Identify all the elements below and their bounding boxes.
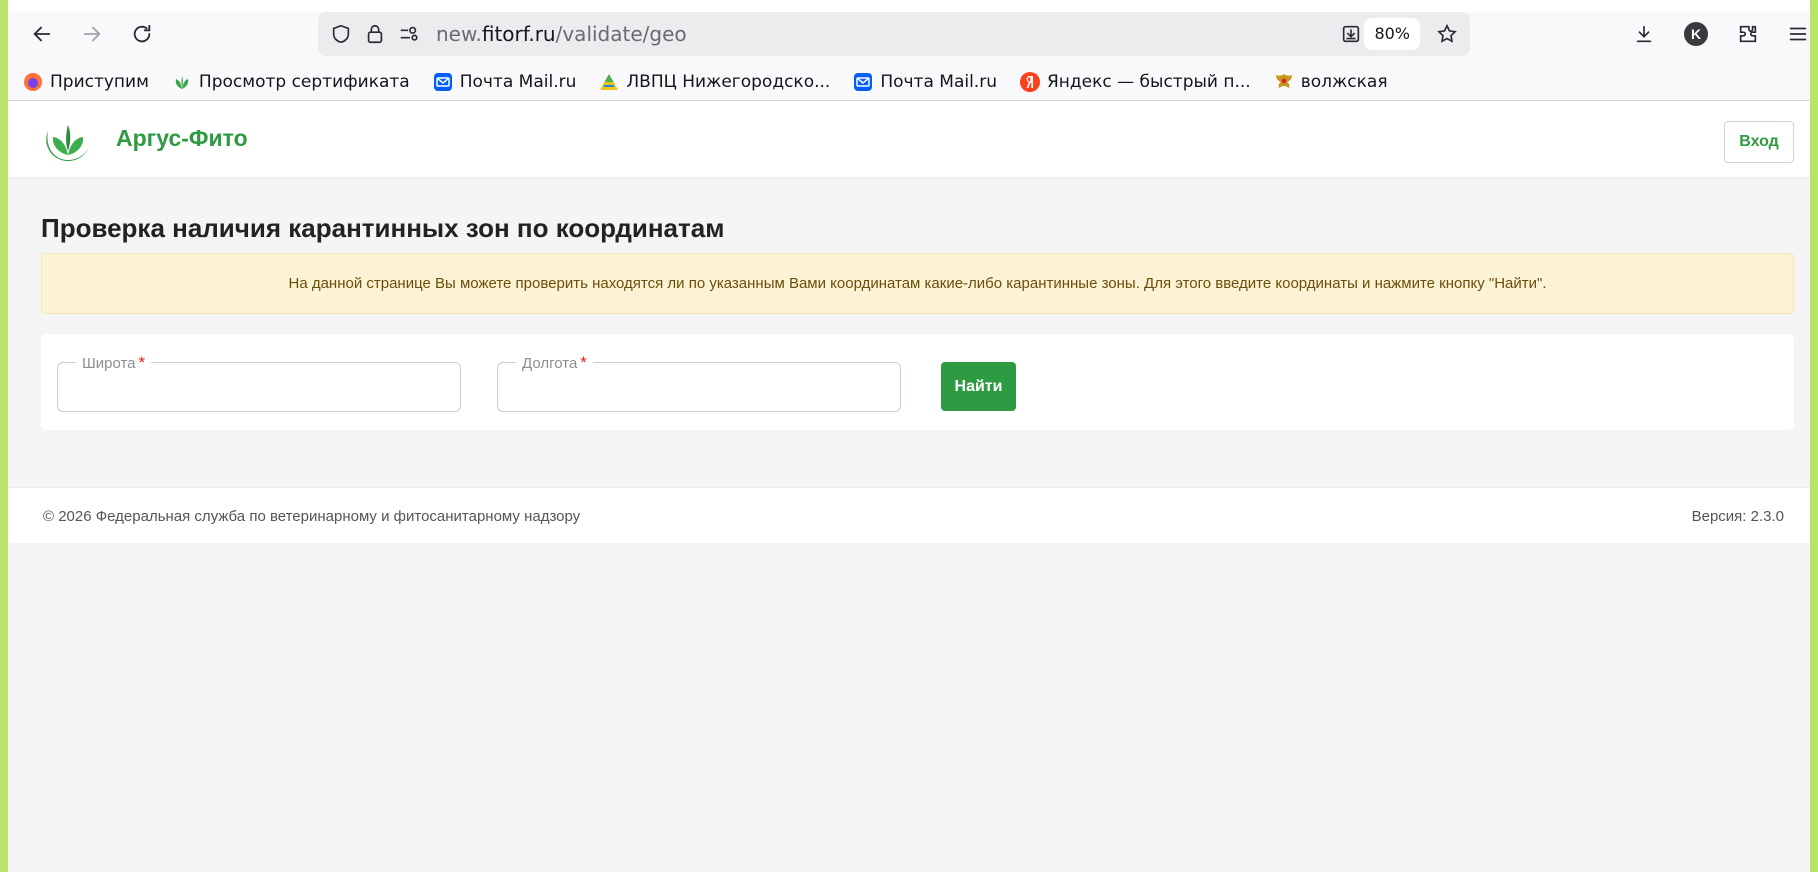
bookmark-label: Почта Mail.ru	[459, 72, 577, 92]
argus-logo-icon[interactable]	[40, 111, 96, 167]
site-footer: © 2026 Федеральная служба по ветеринарно…	[8, 487, 1810, 543]
coordinates-form: Широта * Долгота * Найти	[41, 334, 1794, 430]
bookmark-label: Просмотр сертификата	[198, 72, 410, 92]
shield-icon[interactable]	[326, 19, 356, 49]
argus-leaf-icon	[171, 71, 193, 93]
save-to-pocket-icon[interactable]	[1336, 19, 1366, 49]
find-button[interactable]: Найти	[941, 362, 1016, 411]
extensions-icon[interactable]	[1732, 18, 1764, 50]
url-subdomain: new.	[436, 22, 482, 46]
footer-version: Версия: 2.3.0	[1691, 508, 1784, 525]
longitude-label: Долгота *	[516, 353, 593, 373]
footer-copyright: © 2026 Федеральная служба по ветеринарно…	[43, 508, 581, 525]
forward-icon[interactable]	[76, 18, 108, 50]
emblem-icon	[1273, 71, 1295, 93]
bookmark-item[interactable]: ЛВПЦ Нижегородско...	[598, 71, 830, 93]
account-avatar[interactable]: K	[1680, 18, 1712, 50]
bookmark-item[interactable]: Почта Mail.ru	[432, 71, 577, 93]
bookmark-label: Приступим	[50, 72, 149, 92]
bookmark-item[interactable]: Почта Mail.ru	[852, 71, 997, 93]
yandex-icon	[1019, 71, 1041, 93]
firefox-icon	[22, 71, 44, 93]
brand-name[interactable]: Аргус-Фито	[116, 125, 248, 152]
lock-icon[interactable]	[360, 19, 390, 49]
longitude-field[interactable]: Долгота *	[497, 353, 901, 412]
mail-icon	[852, 71, 874, 93]
bookmark-label: Яндекс — быстрый п...	[1046, 72, 1251, 92]
bookmark-item[interactable]: Приступим	[22, 71, 149, 93]
info-alert: На данной странице Вы можете проверить н…	[41, 253, 1794, 314]
downloads-icon[interactable]	[1628, 18, 1660, 50]
site-permissions-icon[interactable]	[394, 19, 424, 49]
latitude-field[interactable]: Широта *	[57, 353, 461, 412]
bookmarks-bar: Приступим Просмотр сертификата Почта Mai…	[8, 64, 1810, 101]
latitude-label: Широта *	[76, 353, 152, 373]
login-button[interactable]: Вход	[1724, 121, 1794, 163]
url-text[interactable]: new.fitorf.ru/validate/geo	[436, 22, 687, 46]
zoom-level-badge[interactable]: 80%	[1364, 18, 1420, 50]
latitude-label-text: Широта	[82, 355, 136, 372]
mail-icon	[432, 71, 454, 93]
address-bar[interactable]: new.fitorf.ru/validate/geo 80%	[318, 12, 1470, 56]
browser-toolbar: new.fitorf.ru/validate/geo 80% K	[8, 0, 1810, 64]
required-mark: *	[580, 353, 587, 372]
longitude-label-text: Долгота	[522, 355, 578, 372]
bookmark-label: ЛВПЦ Нижегородско...	[626, 72, 831, 92]
url-path: /validate/geo	[555, 22, 687, 46]
page-title: Проверка наличия карантинных зон по коор…	[41, 213, 725, 243]
pyramid-icon	[598, 71, 620, 93]
browser-window: new.fitorf.ru/validate/geo 80% K Приступ…	[8, 0, 1810, 872]
required-mark: *	[138, 353, 146, 372]
account-initial: K	[1684, 22, 1708, 46]
bookmark-label: Почта Mail.ru	[880, 72, 997, 92]
site-header: Аргус-Фито Вход	[8, 101, 1810, 177]
bookmark-item[interactable]: Яндекс — быстрый п...	[1019, 71, 1251, 93]
bookmark-label: волжская	[1300, 72, 1388, 92]
back-icon[interactable]	[26, 18, 58, 50]
bookmark-item[interactable]: Просмотр сертификата	[171, 71, 410, 93]
bookmark-star-icon[interactable]	[1432, 19, 1462, 49]
menu-icon[interactable]	[1782, 18, 1810, 50]
url-domain: fitorf.ru	[481, 22, 556, 46]
bookmark-item[interactable]: волжская	[1273, 71, 1388, 93]
reload-icon[interactable]	[126, 18, 158, 50]
